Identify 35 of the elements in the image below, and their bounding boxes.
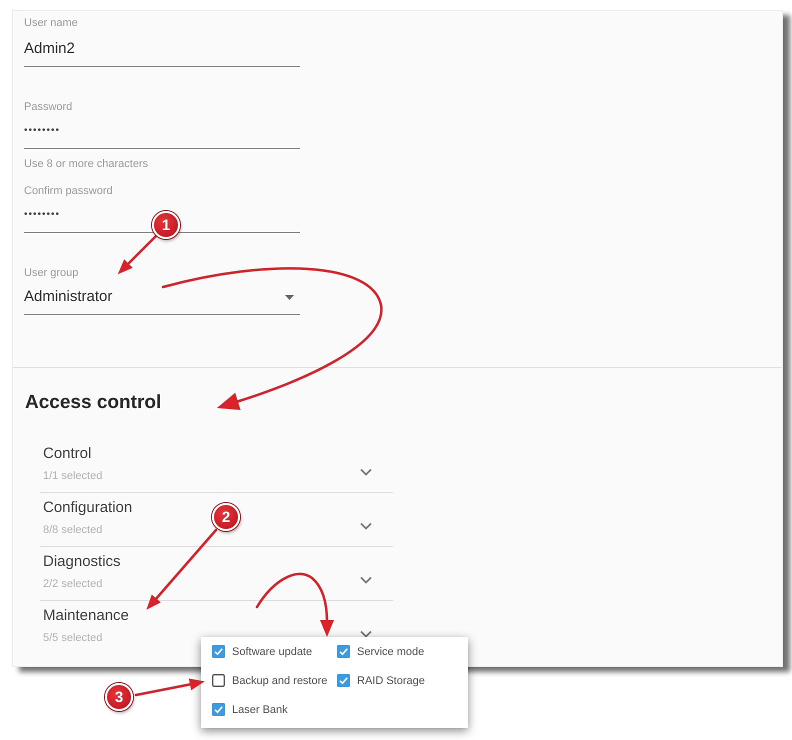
checkbox-label[interactable]: Laser Bank [232, 704, 288, 716]
checkbox-label[interactable]: RAID Storage [357, 674, 425, 686]
checkbox-label[interactable]: Backup and restore [232, 674, 328, 686]
checkbox[interactable] [337, 674, 350, 687]
group-title: Control [43, 444, 92, 464]
selection-summary: 8/8 selected [43, 523, 104, 537]
text-field[interactable]: Admin2 [24, 39, 300, 67]
group-title: Maintenance [43, 606, 129, 626]
helper-text: Use 8 or more characters [24, 157, 150, 171]
section-heading: Access control [25, 391, 162, 415]
field-label: User group [24, 266, 80, 280]
password-field[interactable]: •••••••• [24, 121, 300, 149]
checkbox-label[interactable]: Service mode [357, 646, 424, 658]
field-label: User name [24, 16, 79, 30]
checkbox[interactable] [212, 674, 225, 687]
group-title: Diagnostics [43, 552, 121, 572]
chevron-down-icon[interactable] [360, 468, 372, 476]
checkbox[interactable] [212, 645, 225, 658]
chevron-down-icon[interactable] [360, 576, 372, 584]
checkbox[interactable] [337, 645, 350, 658]
callout-arrow [134, 678, 205, 696]
chevron-down-icon[interactable] [360, 630, 372, 638]
checkbox-label[interactable]: Software update [232, 646, 312, 658]
numbered-callout: 3 [105, 683, 133, 711]
field-label: Password [24, 100, 74, 114]
selection-summary: 2/2 selected [43, 577, 104, 591]
callout-arrow [118, 234, 158, 274]
chevron-down-icon[interactable] [360, 522, 372, 530]
field-label: Confirm password [24, 184, 114, 198]
caret-down-icon[interactable] [285, 294, 294, 300]
dropdown-field[interactable]: Administrator [24, 287, 300, 315]
selection-summary: 5/5 selected [43, 631, 104, 645]
group-title: Configuration [43, 498, 132, 518]
selection-summary: 1/1 selected [43, 469, 102, 483]
checkbox[interactable] [212, 703, 225, 716]
